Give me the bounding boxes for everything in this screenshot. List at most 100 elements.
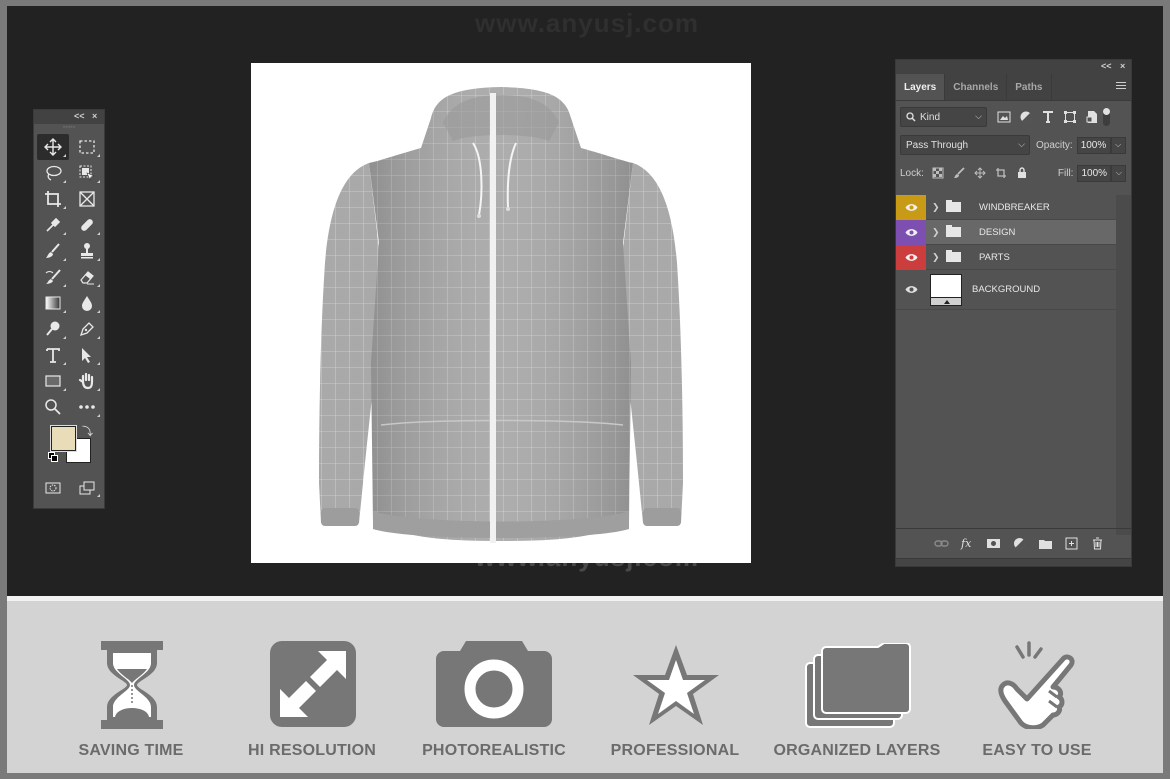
layers-scrollbar[interactable] bbox=[1116, 195, 1131, 535]
chevron-down-icon: ⌵ bbox=[975, 111, 982, 121]
layer-row-background[interactable]: BACKGROUND bbox=[896, 270, 1116, 310]
eye-icon bbox=[905, 203, 917, 211]
chevron-right-icon[interactable]: ❯ bbox=[932, 227, 942, 238]
screen-mode-icon bbox=[79, 481, 95, 495]
blur-tool[interactable] bbox=[71, 290, 103, 316]
adjustment-icon[interactable] bbox=[1012, 537, 1027, 550]
promo-frame: www.anyusj.com www.anyusj.com << × ▪▪▪▪▪… bbox=[7, 6, 1163, 773]
magnifier-icon bbox=[45, 399, 61, 415]
lock-transparent-icon[interactable] bbox=[932, 167, 944, 179]
opacity-input[interactable]: 100% bbox=[1076, 136, 1111, 154]
chevron-right-icon[interactable]: ❯ bbox=[932, 202, 942, 213]
quick-mask-button[interactable] bbox=[37, 476, 69, 500]
lock-label: Lock: bbox=[900, 167, 924, 179]
feature-label: PROFESSIONAL bbox=[610, 742, 740, 759]
arrow-icon bbox=[82, 348, 91, 363]
frame-tool[interactable] bbox=[71, 186, 103, 212]
pen-tool[interactable] bbox=[71, 316, 103, 342]
rectangle-tool[interactable] bbox=[37, 368, 69, 394]
dodge-tool[interactable] bbox=[37, 316, 69, 342]
lock-position-icon[interactable] bbox=[974, 167, 986, 179]
hand-icon bbox=[78, 372, 94, 390]
folder-icon bbox=[946, 250, 961, 262]
panel-resize-handle[interactable] bbox=[896, 558, 1131, 566]
panel-menu-icon[interactable] bbox=[1116, 82, 1126, 91]
gradient-icon bbox=[45, 296, 61, 310]
color-swatches: ⤵ bbox=[34, 420, 104, 476]
hand-tool[interactable] bbox=[71, 368, 103, 394]
visibility-toggle[interactable] bbox=[896, 270, 926, 310]
feature-label: EASY TO USE bbox=[982, 742, 1092, 759]
fill-dropdown[interactable]: ⌵ bbox=[1111, 164, 1127, 182]
lock-pixels-icon[interactable] bbox=[953, 167, 965, 179]
clone-stamp-tool[interactable] bbox=[71, 238, 103, 264]
opacity-dropdown[interactable]: ⌵ bbox=[1110, 136, 1126, 154]
blend-mode-select[interactable]: Pass Through ⌵ bbox=[900, 135, 1030, 155]
filter-kind-select[interactable]: Kind ⌵ bbox=[900, 107, 987, 127]
layers-panel-titlebar[interactable]: << × bbox=[896, 60, 1131, 74]
close-icon[interactable]: × bbox=[92, 111, 97, 121]
feature-label: HI RESOLUTION bbox=[248, 742, 376, 759]
tab-channels[interactable]: Channels bbox=[945, 74, 1008, 100]
folders-icon bbox=[805, 643, 911, 728]
visibility-toggle[interactable] bbox=[896, 219, 926, 245]
rectangular-marquee-tool[interactable] bbox=[71, 134, 103, 160]
more-tools[interactable] bbox=[71, 394, 103, 420]
visibility-toggle[interactable] bbox=[896, 194, 926, 220]
collapse-icon[interactable]: << bbox=[74, 111, 85, 121]
swap-colors-icon[interactable]: ⤵ bbox=[82, 423, 93, 439]
eyedropper-tool[interactable] bbox=[37, 212, 69, 238]
history-brush-tool[interactable] bbox=[37, 264, 69, 290]
filter-toggle[interactable] bbox=[1103, 108, 1110, 126]
visibility-toggle[interactable] bbox=[896, 244, 926, 270]
default-colors-icon[interactable] bbox=[48, 452, 58, 462]
link-icon[interactable] bbox=[934, 537, 949, 550]
eraser-icon bbox=[80, 271, 94, 285]
close-icon[interactable]: × bbox=[1120, 61, 1125, 71]
tab-paths[interactable]: Paths bbox=[1007, 74, 1052, 100]
foreground-color-swatch[interactable] bbox=[50, 425, 77, 452]
eraser-tool[interactable] bbox=[71, 264, 103, 290]
star-icon bbox=[633, 645, 719, 725]
adjustment-filter-icon[interactable] bbox=[1019, 110, 1033, 124]
zoom-tool[interactable] bbox=[37, 394, 69, 420]
pointing-hand-icon bbox=[998, 641, 1075, 729]
object-selection-tool[interactable] bbox=[71, 160, 103, 186]
tools-panel-titlebar[interactable]: << × bbox=[34, 110, 104, 124]
lasso-icon bbox=[46, 165, 62, 181]
lasso-tool[interactable] bbox=[37, 160, 69, 186]
tab-layers[interactable]: Layers bbox=[896, 74, 946, 100]
type-filter-icon[interactable] bbox=[1041, 110, 1055, 124]
gradient-tool[interactable] bbox=[37, 290, 69, 316]
frame-icon bbox=[79, 191, 95, 207]
move-tool[interactable] bbox=[37, 134, 69, 160]
type-tool[interactable] bbox=[37, 342, 69, 368]
shape-filter-icon[interactable] bbox=[1063, 110, 1077, 124]
new-layer-icon[interactable] bbox=[1064, 537, 1079, 550]
folder-icon bbox=[946, 225, 961, 237]
lock-artboard-icon[interactable] bbox=[995, 167, 1007, 179]
mask-icon[interactable] bbox=[986, 537, 1001, 550]
healing-brush-tool[interactable] bbox=[71, 212, 103, 238]
path-selection-tool[interactable] bbox=[71, 342, 103, 368]
collapse-icon[interactable]: << bbox=[1101, 61, 1112, 71]
crop-tool[interactable] bbox=[37, 186, 69, 212]
layer-row-parts[interactable]: ❯ PARTS bbox=[896, 244, 1116, 270]
drop-icon bbox=[82, 296, 92, 311]
smart-object-filter-icon[interactable] bbox=[1085, 110, 1099, 124]
lock-all-icon[interactable] bbox=[1016, 167, 1028, 179]
layer-row-windbreaker[interactable]: ❯ WINDBREAKER bbox=[896, 194, 1116, 220]
fx-icon[interactable]: fx bbox=[960, 537, 975, 550]
brush-tool[interactable] bbox=[37, 238, 69, 264]
trash-icon[interactable] bbox=[1090, 537, 1105, 550]
watermark-top: www.anyusj.com bbox=[475, 8, 699, 38]
document-canvas[interactable]: www.anyusj.com bbox=[251, 63, 751, 563]
layer-row-design[interactable]: ❯ DESIGN bbox=[896, 219, 1116, 245]
screen-mode-button[interactable] bbox=[71, 476, 103, 500]
pixel-filter-icon[interactable] bbox=[997, 110, 1011, 124]
filter-kind-label: Kind bbox=[920, 111, 941, 123]
drag-grip[interactable]: ▪▪▪▪▪ bbox=[34, 124, 104, 134]
new-group-icon[interactable] bbox=[1038, 537, 1053, 550]
chevron-right-icon[interactable]: ❯ bbox=[932, 252, 942, 263]
fill-input[interactable]: 100% bbox=[1077, 164, 1112, 182]
